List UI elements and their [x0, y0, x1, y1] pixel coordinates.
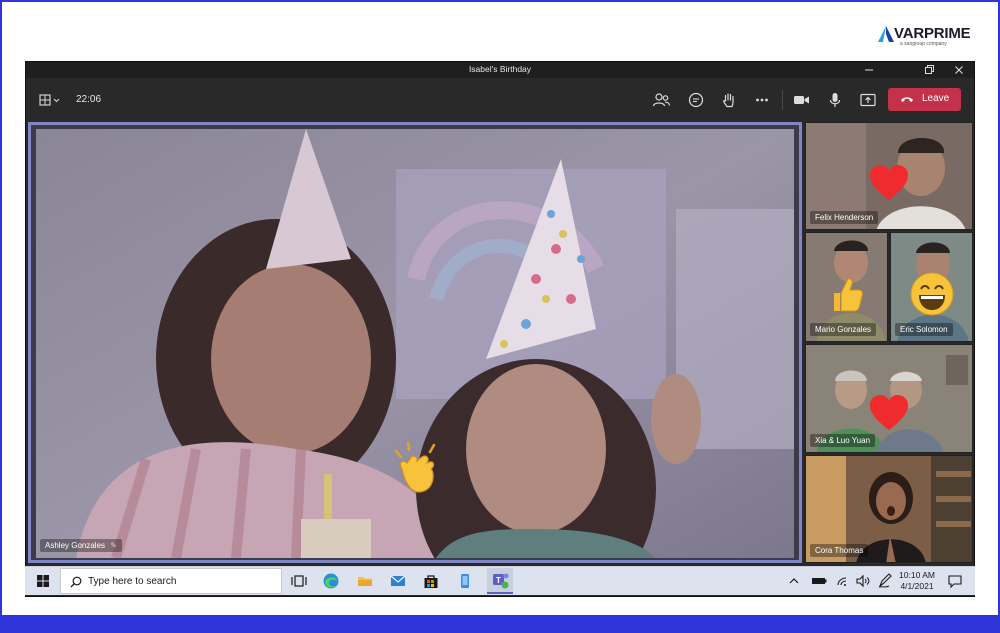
- windows-taskbar: Type here to search T 10:10 AM 4/1/2021: [25, 566, 975, 595]
- participant-name-xia-luo: Xia & Luo Yuan: [810, 434, 876, 447]
- video-tile-eric[interactable]: Eric Solomon: [890, 232, 973, 342]
- participant-name-mario: Mario Gonzales: [810, 323, 877, 336]
- file-explorer-button[interactable]: [355, 571, 375, 591]
- notification-icon: [948, 575, 962, 589]
- participant-name-felix: Felix Henderson: [810, 211, 879, 224]
- close-icon: [955, 66, 963, 74]
- show-hidden-icons-button[interactable]: [787, 571, 801, 591]
- battery-icon: [812, 578, 827, 584]
- teams-icon: T: [493, 573, 509, 589]
- participant-name-main-text: Ashley Gonzales: [45, 541, 106, 550]
- task-view-button[interactable]: [289, 571, 309, 591]
- windows-logo-icon: [37, 575, 49, 587]
- hang-up-icon: [901, 97, 913, 102]
- brand-logo: VARPRIME a sangroup company: [878, 24, 978, 47]
- mail-button[interactable]: [388, 571, 408, 591]
- thumbs-up-reaction-emoji: [826, 275, 866, 315]
- mail-icon: [390, 575, 406, 586]
- clock-date: 4/1/2021: [900, 581, 934, 591]
- heart-icon: [870, 165, 908, 200]
- pen-icon: [878, 573, 892, 588]
- restore-icon: [925, 65, 934, 74]
- participant-name-eric: Eric Solomon: [895, 323, 953, 336]
- network-indicator[interactable]: [833, 571, 853, 591]
- search-icon: [70, 576, 82, 588]
- store-bag-icon: [424, 575, 438, 588]
- clock-time: 10:10 AM: [899, 570, 935, 580]
- view-layout-icon: [39, 94, 60, 106]
- more-options-icon: [756, 98, 768, 102]
- svg-text:T: T: [496, 576, 501, 585]
- speaker-icon: [856, 574, 870, 588]
- heart-reaction-emoji-2: [868, 393, 910, 433]
- video-tile-mario[interactable]: Mario Gonzales: [805, 232, 888, 342]
- pen-indicator[interactable]: [875, 571, 895, 591]
- thumbs-up-icon: [834, 278, 863, 312]
- chat-icon: [688, 92, 704, 108]
- search-placeholder: Type here to search: [88, 576, 177, 587]
- microphone-icon: [829, 93, 841, 107]
- folder-icon: [358, 577, 372, 586]
- video-tile-cora[interactable]: Cora Thomas: [805, 455, 973, 563]
- participant-name-cora: Cora Thomas: [810, 544, 869, 557]
- taskbar-search-box[interactable]: Type here to search: [60, 568, 282, 594]
- brand-tagline: a sangroup company: [900, 41, 947, 47]
- store-button[interactable]: [421, 571, 441, 591]
- main-video-tile[interactable]: Ashley Gonzales ✎: [36, 129, 794, 558]
- raise-hand-button[interactable]: [718, 89, 740, 111]
- grinning-face-icon: [910, 272, 954, 316]
- minimize-button[interactable]: [854, 62, 884, 78]
- edge-taskbar-button[interactable]: [321, 571, 341, 591]
- participant-name-main: Ashley Gonzales ✎: [40, 539, 122, 552]
- window-title: Isabel's Birthday: [468, 64, 532, 74]
- meeting-window: Isabel's Birthday 22:06 Leave Ashley Gon…: [25, 61, 975, 597]
- minimize-icon: [865, 69, 873, 71]
- leave-button[interactable]: Leave: [888, 88, 961, 111]
- call-timer: 22:06: [76, 94, 102, 105]
- brand-mark-icon: [878, 26, 894, 42]
- close-button[interactable]: [944, 62, 974, 78]
- pin-icon: ✎: [110, 541, 117, 550]
- title-bar: Isabel's Birthday: [26, 62, 974, 78]
- participants-button[interactable]: [650, 89, 672, 111]
- wifi-icon: [837, 577, 847, 586]
- slide-bottom-bar: [0, 615, 1000, 633]
- battery-indicator[interactable]: [809, 571, 829, 591]
- people-icon: [652, 93, 671, 107]
- laugh-reaction-emoji: [909, 271, 955, 317]
- start-button[interactable]: [33, 571, 53, 591]
- phone-link-button[interactable]: [455, 571, 475, 591]
- raise-hand-icon: [723, 93, 734, 108]
- restore-button[interactable]: [914, 62, 944, 78]
- volume-indicator[interactable]: [853, 571, 873, 591]
- chat-button[interactable]: [685, 89, 707, 111]
- clap-reaction-emoji: [388, 439, 446, 497]
- toolbar-divider: [782, 90, 783, 110]
- heart-reaction-emoji: [868, 163, 910, 203]
- video-tile-xia-luo[interactable]: Xia & Luo Yuan: [805, 344, 973, 453]
- chevron-up-icon: [789, 578, 799, 584]
- leave-label: Leave: [922, 93, 950, 104]
- teams-taskbar-button[interactable]: T: [487, 568, 513, 594]
- brand-name: VARPRIME: [894, 25, 971, 42]
- heart-icon: [870, 395, 908, 430]
- task-view-icon: [291, 575, 307, 587]
- camera-button[interactable]: [790, 89, 812, 111]
- clapping-hands-icon: [394, 441, 436, 493]
- system-clock[interactable]: 10:10 AM 4/1/2021: [895, 570, 939, 592]
- camera-icon: [794, 96, 809, 104]
- share-screen-icon: [860, 93, 876, 107]
- notifications-button[interactable]: [945, 571, 965, 591]
- microphone-button[interactable]: [824, 89, 846, 111]
- share-screen-button[interactable]: [857, 89, 879, 111]
- main-video-stage: Ashley Gonzales ✎: [28, 122, 802, 563]
- video-tile-felix[interactable]: Felix Henderson: [805, 122, 973, 230]
- meeting-toolbar: 22:06 Leave: [26, 78, 974, 122]
- more-options-button[interactable]: [751, 89, 773, 111]
- view-layout-button[interactable]: [37, 89, 65, 111]
- phone-icon: [461, 574, 469, 588]
- edge-browser-icon: [323, 573, 339, 589]
